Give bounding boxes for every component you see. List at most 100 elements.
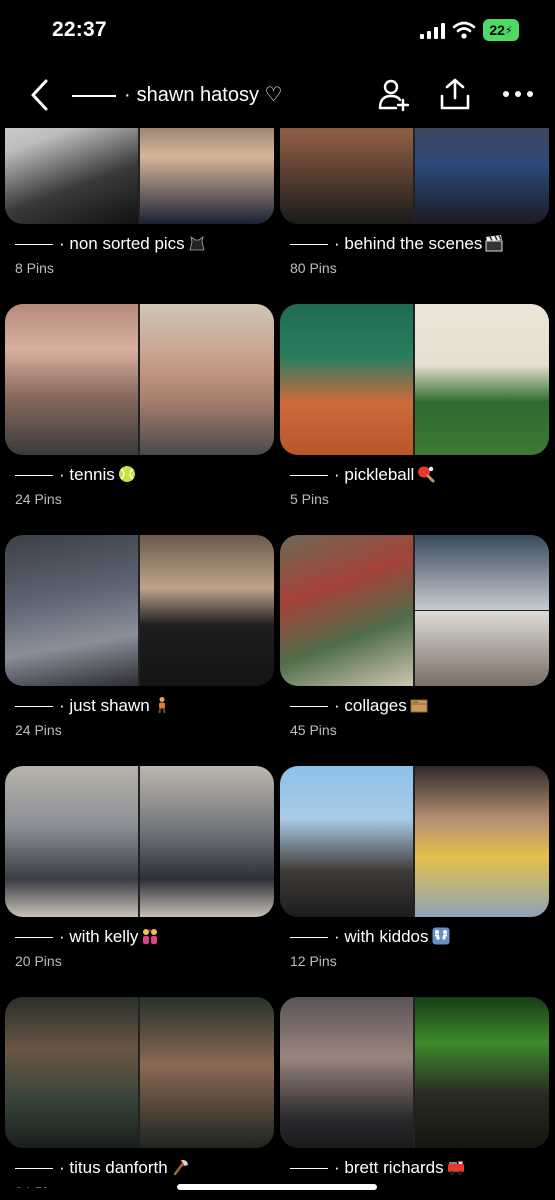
board-name-text: behind the scenes xyxy=(344,234,483,253)
board-card[interactable]: · just shawn 24 Pins xyxy=(5,535,274,738)
board-card[interactable]: · collages 45 Pins xyxy=(280,535,549,738)
board-cover-image xyxy=(415,535,549,610)
board-cover-image xyxy=(415,611,549,686)
board-name[interactable]: · just shawn xyxy=(5,696,274,716)
back-chevron-icon[interactable] xyxy=(28,78,52,112)
board-cover-image xyxy=(280,766,413,917)
more-options-icon[interactable] xyxy=(500,76,536,112)
pin-count: 24 Pins xyxy=(15,491,62,507)
title-dash xyxy=(72,94,116,97)
board-cover[interactable] xyxy=(5,766,274,917)
board-cover-image xyxy=(415,766,549,917)
board-name-dot: · xyxy=(59,465,70,484)
board-cover-image xyxy=(280,997,413,1148)
cat-icon xyxy=(188,234,206,252)
board-cover-image xyxy=(140,997,274,1148)
couple-icon xyxy=(141,927,159,945)
board-cover[interactable] xyxy=(5,128,274,224)
board-card[interactable]: · brett richards40 Pins xyxy=(280,997,549,1188)
board-header: · shawn hatosy ♡ xyxy=(0,64,555,128)
battery-level: 22 xyxy=(489,22,505,38)
board-cover[interactable] xyxy=(5,304,274,455)
board-cover-image xyxy=(5,535,138,686)
board-card[interactable]: · behind the scenes 80 Pins xyxy=(280,128,549,276)
board-name[interactable]: · with kiddos xyxy=(280,927,549,947)
board-name[interactable]: · tennis xyxy=(5,465,274,485)
board-cover-image xyxy=(140,304,274,455)
pin-count: 24 Pins xyxy=(15,722,62,738)
board-name-dot: · xyxy=(59,696,70,715)
pin-count: 12 Pins xyxy=(290,953,337,969)
cellular-signal-icon xyxy=(420,23,445,39)
pin-count: 5 Pins xyxy=(290,491,329,507)
axe-icon xyxy=(171,1158,189,1176)
board-cover-image xyxy=(415,128,549,224)
board-cover-image xyxy=(140,766,274,917)
share-icon[interactable] xyxy=(437,76,473,112)
board-card[interactable]: · pickleball 5 Pins xyxy=(280,304,549,507)
wifi-icon xyxy=(452,21,476,39)
board-name[interactable]: · pickleball xyxy=(280,465,549,485)
board-name-dot: · xyxy=(59,927,70,946)
board-name[interactable]: · behind the scenes xyxy=(280,234,549,254)
board-cover[interactable] xyxy=(5,997,274,1148)
board-cover-image xyxy=(140,535,274,686)
board-cover-image xyxy=(5,128,138,224)
board-name-dot: · xyxy=(334,465,345,484)
fire-engine-icon xyxy=(447,1158,465,1176)
battery-icon: 22 ⚡ xyxy=(483,19,519,41)
board-name[interactable]: · non sorted pics xyxy=(5,234,274,254)
pin-count: 20 Pins xyxy=(15,953,62,969)
board-cover[interactable] xyxy=(280,535,549,686)
board-name-dash xyxy=(15,936,53,939)
board-cover[interactable] xyxy=(280,997,549,1148)
family-icon xyxy=(432,927,450,945)
board-name-dot: · xyxy=(334,927,345,946)
board-cover-image xyxy=(415,304,549,455)
status-time: 22:37 xyxy=(52,18,107,41)
board-cover[interactable] xyxy=(5,535,274,686)
board-name[interactable]: · titus danforth xyxy=(5,1158,274,1178)
tennis-ball-icon xyxy=(118,465,136,483)
board-grid: · non sorted pics 8 Pins · behind the scen… xyxy=(0,128,555,1188)
board-cover[interactable] xyxy=(280,128,549,224)
board-card[interactable]: · with kelly 20 Pins xyxy=(5,766,274,969)
board-card[interactable]: · titus danforth24 Pins xyxy=(5,997,274,1188)
board-card[interactable]: · non sorted pics 8 Pins xyxy=(5,128,274,276)
board-name-dash xyxy=(290,1167,328,1170)
board-name-text: with kelly xyxy=(69,927,139,946)
package-icon xyxy=(410,696,428,714)
board-name[interactable]: · collages xyxy=(280,696,549,716)
pin-count: 80 Pins xyxy=(290,260,337,276)
board-name[interactable]: · with kelly xyxy=(5,927,274,947)
board-name-text: brett richards xyxy=(344,1158,444,1177)
board-name-dash xyxy=(15,474,53,477)
board-name-dot: · xyxy=(334,696,345,715)
board-name-text: non sorted pics xyxy=(69,234,185,253)
board-name-dash xyxy=(290,936,328,939)
board-cover-image xyxy=(140,128,274,224)
clapper-icon xyxy=(485,234,503,252)
board-name-dash xyxy=(15,243,53,246)
paddle-icon xyxy=(417,465,435,483)
board-name-text: tennis xyxy=(69,465,115,484)
board-cover-image xyxy=(5,997,138,1148)
board-name-text: with kiddos xyxy=(344,927,429,946)
board-cover[interactable] xyxy=(280,766,549,917)
page-title-text: shawn hatosy ♡ xyxy=(136,84,283,106)
board-name-dash xyxy=(290,474,328,477)
board-name-dash xyxy=(15,705,53,708)
board-name-dash xyxy=(290,243,328,246)
board-cover-image xyxy=(280,304,413,455)
board-cover[interactable] xyxy=(280,304,549,455)
board-card[interactable]: · with kiddos 12 Pins xyxy=(280,766,549,969)
board-name-dot: · xyxy=(59,1158,70,1177)
board-name[interactable]: · brett richards xyxy=(280,1158,549,1178)
status-bar: 22:37 22 ⚡ xyxy=(0,0,555,64)
home-indicator[interactable] xyxy=(177,1184,377,1190)
page-title: · shawn hatosy ♡ xyxy=(72,82,282,107)
add-collaborator-icon[interactable] xyxy=(376,76,412,112)
board-cover-image xyxy=(5,766,138,917)
board-cover-image xyxy=(415,997,549,1148)
board-card[interactable]: · tennis 24 Pins xyxy=(5,304,274,507)
